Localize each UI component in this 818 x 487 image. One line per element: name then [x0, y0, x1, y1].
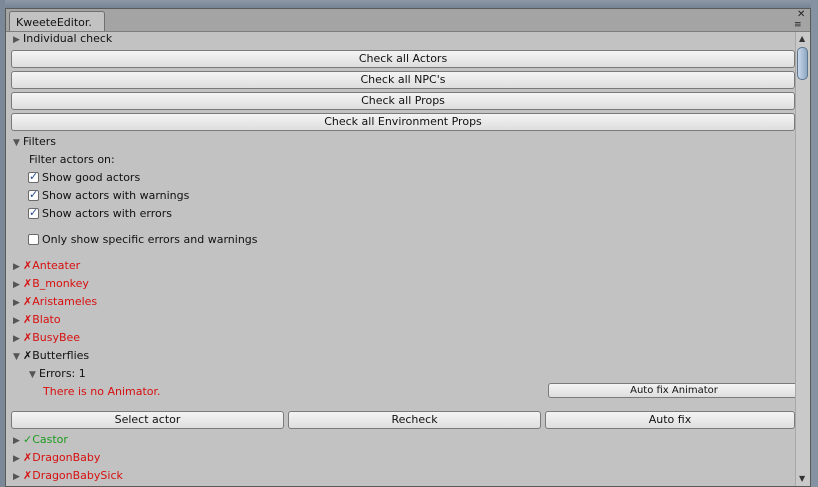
actor-item[interactable]: ▶ ✗DragonBabySick	[13, 469, 123, 484]
collapsed-arrow-icon: ▶	[13, 316, 20, 326]
select-actor-button[interactable]: Select actor	[11, 411, 284, 429]
actor-name: Castor	[32, 433, 68, 446]
editor-tab[interactable]: KweeteEditor.	[9, 11, 105, 31]
individual-check-foldout[interactable]: ▶ Individual check	[13, 32, 112, 47]
checkbox[interactable]	[28, 170, 39, 184]
filters-foldout[interactable]: ▼ Filters	[13, 135, 56, 150]
error-mark-icon: ✗	[23, 277, 33, 290]
error-mark-icon: ✗	[23, 313, 33, 326]
check-all-props-button[interactable]: Check all Props	[11, 92, 795, 110]
actor-item[interactable]: ▶ ✗Anteater	[13, 259, 80, 274]
recheck-button[interactable]: Recheck	[288, 411, 541, 429]
expanded-arrow-icon: ▼	[13, 138, 20, 148]
actor-name: Anteater	[32, 259, 81, 272]
errors-foldout[interactable]: ▼ Errors: 1	[29, 367, 86, 382]
auto-fix-animator-button[interactable]: Auto fix Animator	[548, 383, 800, 398]
checkbox[interactable]	[28, 206, 39, 220]
checkbox-label: Only show specific errors and warnings	[42, 233, 258, 246]
collapsed-arrow-icon: ▶	[13, 436, 20, 446]
check-all-environment-props-button[interactable]: Check all Environment Props	[11, 113, 795, 131]
expanded-arrow-icon: ▼	[13, 352, 20, 362]
collapsed-arrow-icon: ▶	[13, 298, 20, 308]
scroll-up-icon[interactable]: ▲	[799, 35, 805, 43]
filter-show-good[interactable]: Show good actors	[28, 170, 141, 185]
collapsed-arrow-icon: ▶	[13, 454, 20, 464]
checkbox[interactable]	[28, 234, 39, 245]
actor-item[interactable]: ▶ ✓Castor	[13, 433, 68, 448]
error-mark-icon: ✗	[23, 469, 33, 482]
error-mark-icon: ✗	[23, 451, 33, 464]
foldout-label: Filters	[23, 135, 56, 148]
actor-name: DragonBabySick	[32, 469, 123, 482]
collapsed-arrow-icon: ▶	[13, 35, 20, 45]
error-mark-icon: ✗	[23, 259, 33, 272]
actor-item[interactable]: ▶ ✗Blato	[13, 313, 61, 328]
collapsed-arrow-icon: ▶	[13, 280, 20, 290]
close-icon[interactable]: ✕	[797, 10, 805, 20]
checkbox-label: Show actors with errors	[42, 207, 172, 220]
filter-specific-errors[interactable]: Only show specific errors and warnings	[28, 233, 258, 247]
expanded-arrow-icon: ▼	[29, 370, 36, 380]
filter-heading: Filter actors on:	[29, 153, 115, 166]
tab-bar: KweeteEditor. ✕ ≡	[6, 9, 810, 32]
error-mark-icon: ✗	[23, 331, 33, 344]
editor-window: KweeteEditor. ✕ ≡ ▶ Individual check Chec…	[5, 8, 811, 487]
scrollbar-thumb[interactable]	[797, 47, 808, 80]
check-mark-icon: ✓	[23, 433, 33, 446]
collapsed-arrow-icon: ▶	[13, 262, 20, 272]
foldout-label: Individual check	[23, 32, 113, 45]
actor-name: Aristameles	[32, 295, 98, 308]
checkbox-label: Show good actors	[42, 171, 141, 184]
filter-show-errors[interactable]: Show actors with errors	[28, 206, 172, 221]
error-message: There is no Animator.	[43, 385, 161, 398]
auto-fix-button[interactable]: Auto fix	[545, 411, 795, 429]
collapsed-arrow-icon: ▶	[13, 334, 20, 344]
actor-name: BusyBee	[32, 331, 81, 344]
actor-name: B_monkey	[32, 277, 89, 290]
errors-count-label: Errors: 1	[39, 367, 86, 380]
collapsed-arrow-icon: ▶	[13, 472, 20, 482]
desktop-edge-right	[811, 0, 818, 487]
actor-item[interactable]: ▶ ✗DragonBaby	[13, 451, 100, 466]
actor-name: Butterflies	[32, 349, 90, 362]
scroll-down-icon[interactable]: ▼	[799, 475, 805, 483]
actor-item-expanded[interactable]: ▼ ✗Butterflies	[13, 349, 89, 364]
actor-name: DragonBaby	[32, 451, 101, 464]
checkbox[interactable]	[28, 188, 39, 202]
actor-item[interactable]: ▶ ✗BusyBee	[13, 331, 80, 346]
error-mark-icon: ✗	[23, 295, 33, 308]
checkbox-label: Show actors with warnings	[42, 189, 190, 202]
actor-item[interactable]: ▶ ✗B_monkey	[13, 277, 89, 292]
error-mark-icon: ✗	[23, 349, 33, 362]
actor-name: Blato	[32, 313, 61, 326]
options-menu-icon[interactable]: ≡	[794, 20, 802, 30]
check-all-actors-button[interactable]: Check all Actors	[11, 50, 795, 68]
filter-show-warnings[interactable]: Show actors with warnings	[28, 188, 190, 203]
actor-item[interactable]: ▶ ✗Aristameles	[13, 295, 97, 310]
check-all-npcs-button[interactable]: Check all NPC's	[11, 71, 795, 89]
vertical-scrollbar[interactable]: ▲ ▼	[795, 32, 810, 486]
